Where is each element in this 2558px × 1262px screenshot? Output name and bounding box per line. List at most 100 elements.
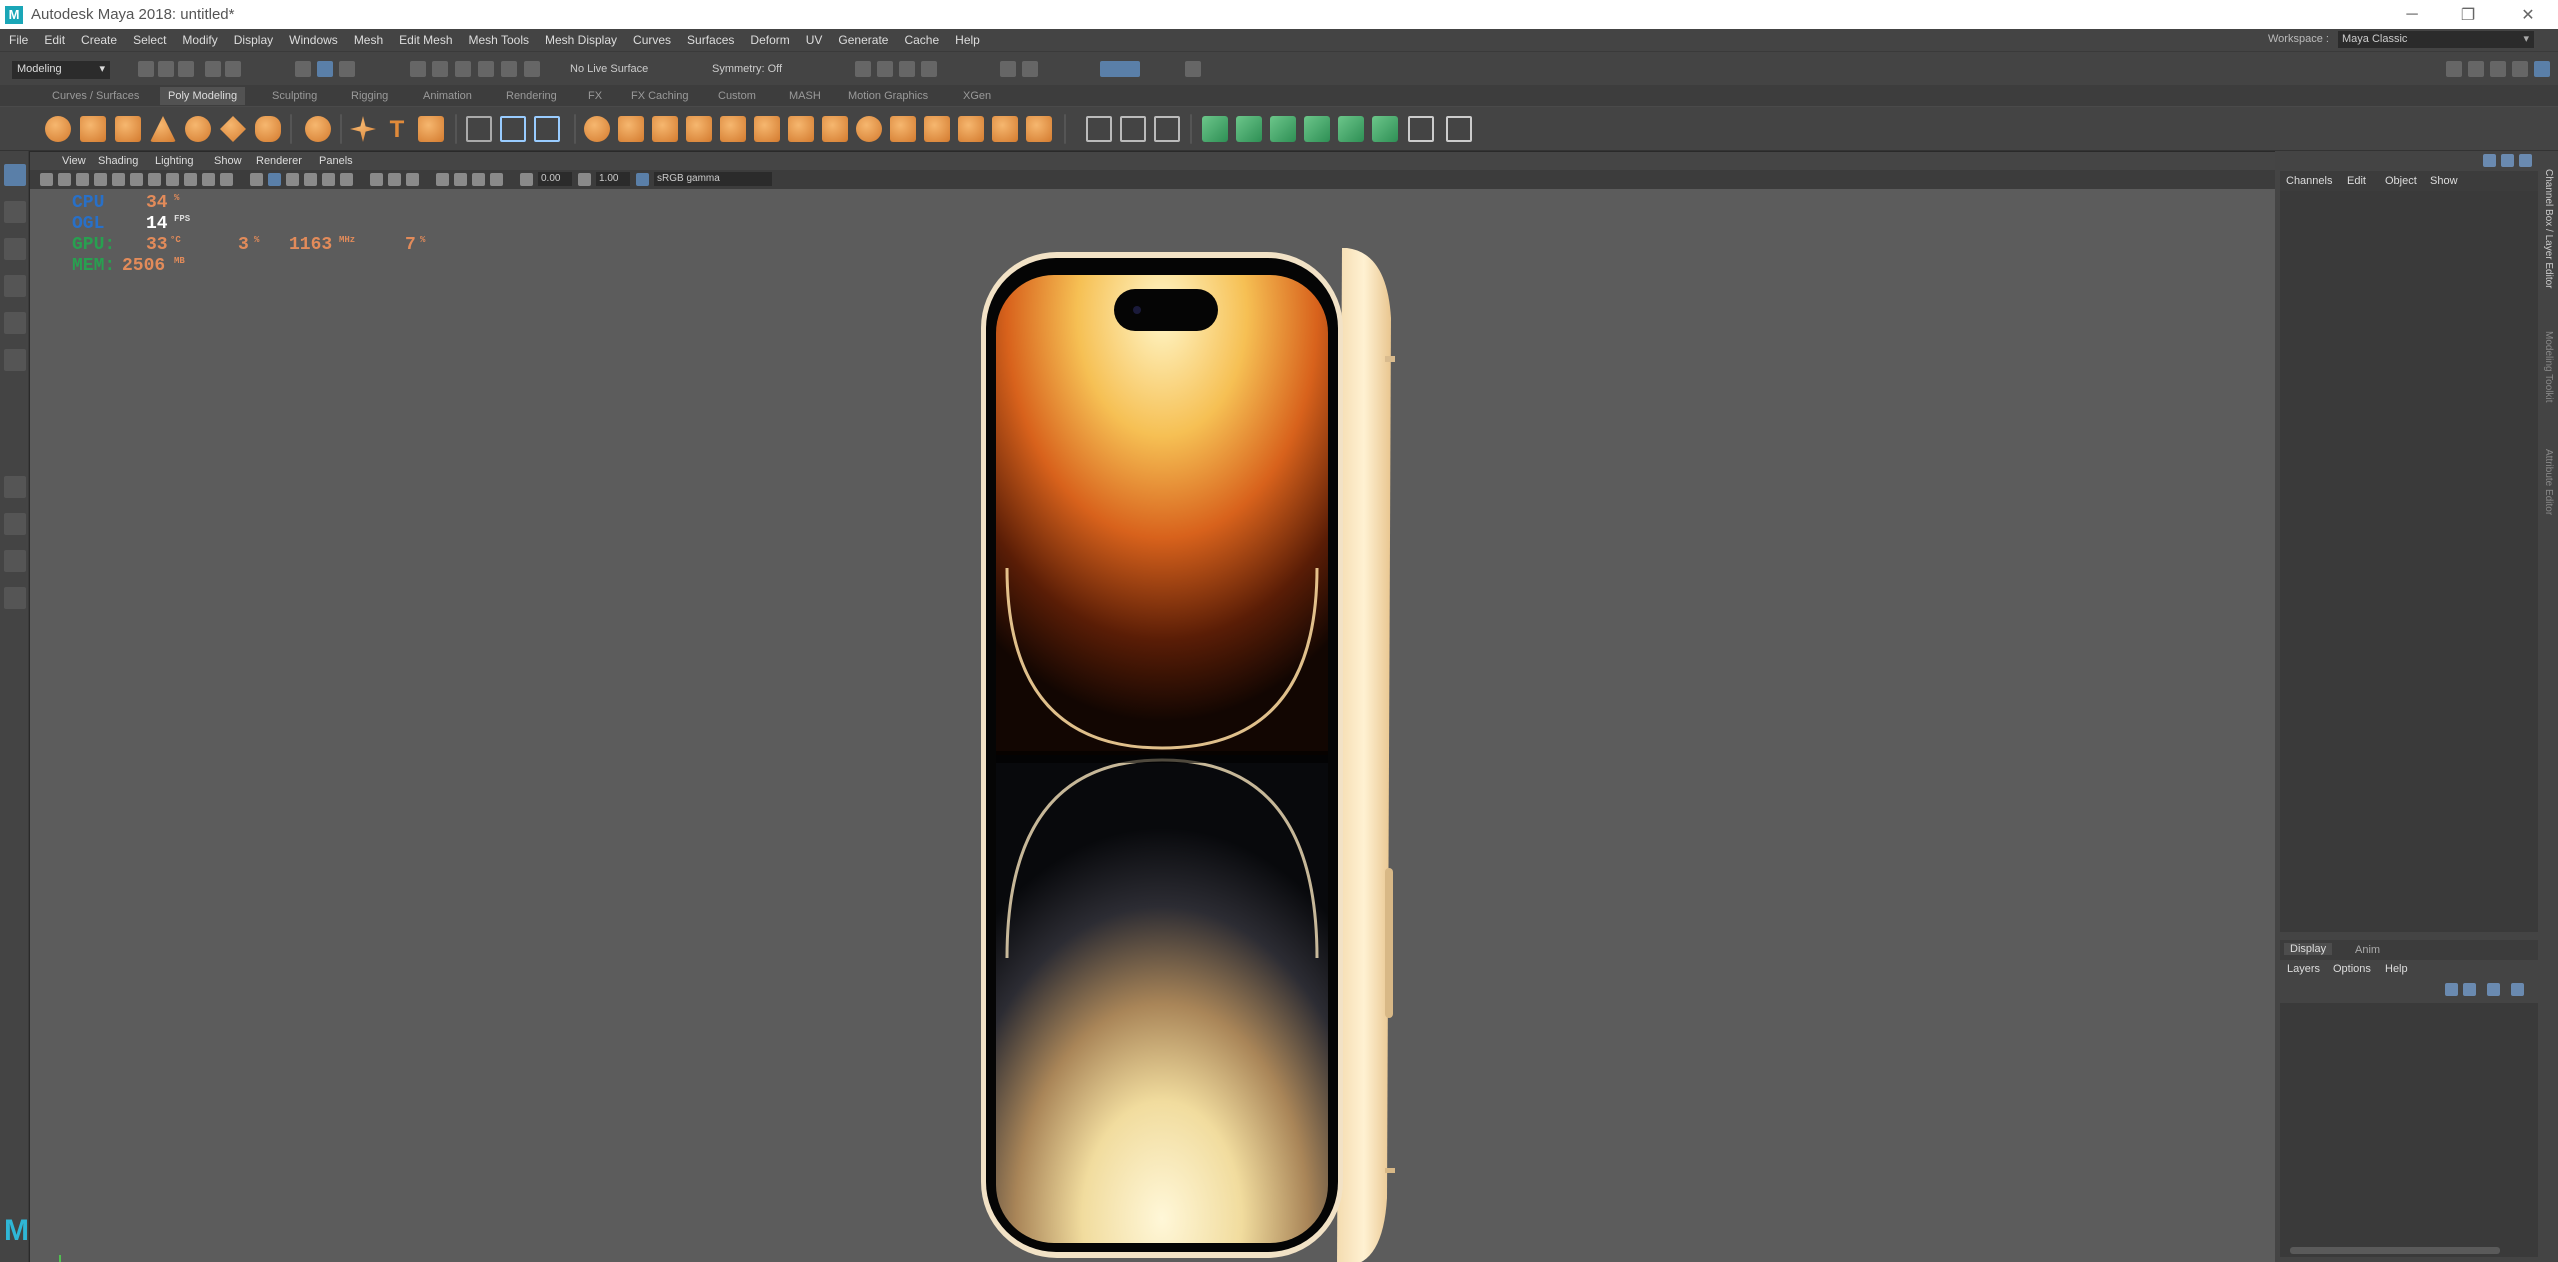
rotate-tool-icon[interactable] (4, 312, 26, 334)
tab-mash[interactable]: MASH (789, 90, 821, 102)
viewport-menu-shading[interactable]: Shading (98, 155, 138, 167)
gamma-field[interactable]: 1.00 (596, 172, 630, 186)
show-menu[interactable]: Show (2430, 175, 2458, 187)
cylindrical-map-icon[interactable] (1120, 116, 1146, 142)
viewport-menu-show[interactable]: Show (214, 155, 242, 167)
combine-icon[interactable] (584, 116, 610, 142)
menu-file[interactable]: File (9, 33, 28, 47)
poly-cube-icon[interactable] (80, 116, 106, 142)
view-transform-select[interactable]: sRGB gamma (654, 172, 772, 186)
poly-torus-icon[interactable] (185, 116, 211, 142)
cut-uv-icon[interactable] (1304, 116, 1330, 142)
tab-display[interactable]: Display (2284, 943, 2333, 955)
append-polygon-icon[interactable] (856, 116, 882, 142)
xray-joints-icon[interactable] (472, 173, 485, 186)
layer-list-scrollbar[interactable] (2280, 1244, 2538, 1257)
poly-cylinder-icon[interactable] (115, 116, 141, 142)
menu-set-select[interactable]: Modeling (12, 61, 110, 79)
restore-button[interactable]: ❐ (2438, 0, 2498, 29)
channel-box[interactable] (2280, 191, 2538, 932)
poly-sphere-icon[interactable] (45, 116, 71, 142)
super-shape-icon[interactable] (350, 116, 376, 142)
tab-fx-caching[interactable]: FX Caching (631, 90, 688, 102)
grid-toggle-icon[interactable] (130, 173, 143, 186)
sew-uv-icon[interactable] (1338, 116, 1364, 142)
menu-mesh[interactable]: Mesh (354, 33, 383, 47)
menu-surfaces[interactable]: Surfaces (687, 33, 734, 47)
tab-curves-surfaces[interactable]: Curves / Surfaces (52, 90, 139, 102)
edit-menu[interactable]: Edit (2347, 175, 2366, 187)
auto-map-icon[interactable] (1154, 116, 1180, 142)
save-scene-icon[interactable] (178, 61, 194, 77)
extract-icon[interactable] (652, 116, 678, 142)
svg-tool-icon[interactable] (418, 116, 444, 142)
menu-mesh-display[interactable]: Mesh Display (545, 33, 617, 47)
close-button[interactable]: ✕ (2498, 0, 2558, 29)
share-icon[interactable] (1185, 61, 1201, 77)
poly-cone-icon[interactable] (150, 116, 176, 142)
outliner-layout-icon[interactable] (4, 587, 26, 609)
tab-fx[interactable]: FX (588, 90, 602, 102)
smooth-icon[interactable] (534, 116, 560, 142)
tab-sculpting[interactable]: Sculpting (272, 90, 317, 102)
xray-icon[interactable] (454, 173, 467, 186)
menu-help[interactable]: Help (955, 33, 980, 47)
xray-components-icon[interactable] (490, 173, 503, 186)
toggle-tool-settings-icon[interactable] (2490, 61, 2506, 77)
live-surface-field[interactable]: No Live Surface (570, 63, 648, 75)
uv-editor-icon[interactable] (1202, 116, 1228, 142)
select-hierarchy-icon[interactable] (295, 61, 311, 77)
move-layer-up-icon[interactable] (2445, 983, 2458, 996)
help-menu[interactable]: Help (2385, 963, 2408, 975)
tab-attribute-editor[interactable]: Attribute Editor (2543, 449, 2554, 515)
color-management-icon[interactable] (636, 173, 649, 186)
channels-menu[interactable]: Channels (2286, 175, 2332, 187)
menu-uv[interactable]: UV (806, 33, 823, 47)
motion-blur-icon[interactable] (388, 173, 401, 186)
lasso-tool-icon[interactable] (4, 201, 26, 223)
new-scene-icon[interactable] (138, 61, 154, 77)
move-layer-down-icon[interactable] (2463, 983, 2476, 996)
layer-list[interactable] (2280, 1003, 2538, 1244)
film-gate-icon[interactable] (148, 173, 161, 186)
panel-options-icon[interactable] (2483, 154, 2496, 167)
toggle-attribute-editor-icon[interactable] (2468, 61, 2484, 77)
render-sequence-icon[interactable] (877, 61, 893, 77)
wireframe-icon[interactable] (250, 173, 263, 186)
snap-surface-icon[interactable] (501, 61, 517, 77)
render-frame-icon[interactable] (855, 61, 871, 77)
options-menu[interactable]: Options (2333, 963, 2371, 975)
menu-windows[interactable]: Windows (289, 33, 338, 47)
tab-rendering[interactable]: Rendering (506, 90, 557, 102)
use-all-lights-icon[interactable] (322, 173, 335, 186)
tab-xgen[interactable]: XGen (963, 90, 991, 102)
resolution-gate-icon[interactable] (166, 173, 179, 186)
tab-modeling-toolkit[interactable]: Modeling Toolkit (2543, 331, 2554, 403)
render-view-icon[interactable] (1022, 61, 1038, 77)
mirror-icon[interactable] (500, 116, 526, 142)
snap-point-icon[interactable] (455, 61, 471, 77)
uv-toolkit-icon[interactable] (1446, 116, 1472, 142)
viewport-menu-lighting[interactable]: Lighting (155, 155, 194, 167)
target-weld-icon[interactable] (958, 116, 984, 142)
menu-mesh-tools[interactable]: Mesh Tools (469, 33, 529, 47)
uv-shell-icon[interactable] (1408, 116, 1434, 142)
select-tool-icon[interactable] (4, 164, 26, 186)
new-empty-layer-icon[interactable] (2487, 983, 2500, 996)
exposure-field[interactable]: 0.00 (538, 172, 572, 186)
single-perspective-view-icon[interactable] (4, 476, 26, 498)
type-tool-icon[interactable]: T (384, 116, 410, 143)
hypershade-icon[interactable] (1000, 61, 1016, 77)
screen-space-ao-icon[interactable] (370, 173, 383, 186)
snap-curve-icon[interactable] (432, 61, 448, 77)
scale-tool-icon[interactable] (4, 349, 26, 371)
tab-rigging[interactable]: Rigging (351, 90, 388, 102)
tab-motion-graphics[interactable]: Motion Graphics (848, 90, 928, 102)
toggle-layer-editor-icon[interactable] (2534, 61, 2550, 77)
redo-icon[interactable] (225, 61, 241, 77)
grease-pencil-icon[interactable] (112, 173, 125, 186)
toggle-modeling-toolkit-icon[interactable] (2446, 61, 2462, 77)
object-menu[interactable]: Object (2385, 175, 2417, 187)
poly-plane-icon[interactable] (220, 116, 246, 142)
ipr-render-icon[interactable] (899, 61, 915, 77)
